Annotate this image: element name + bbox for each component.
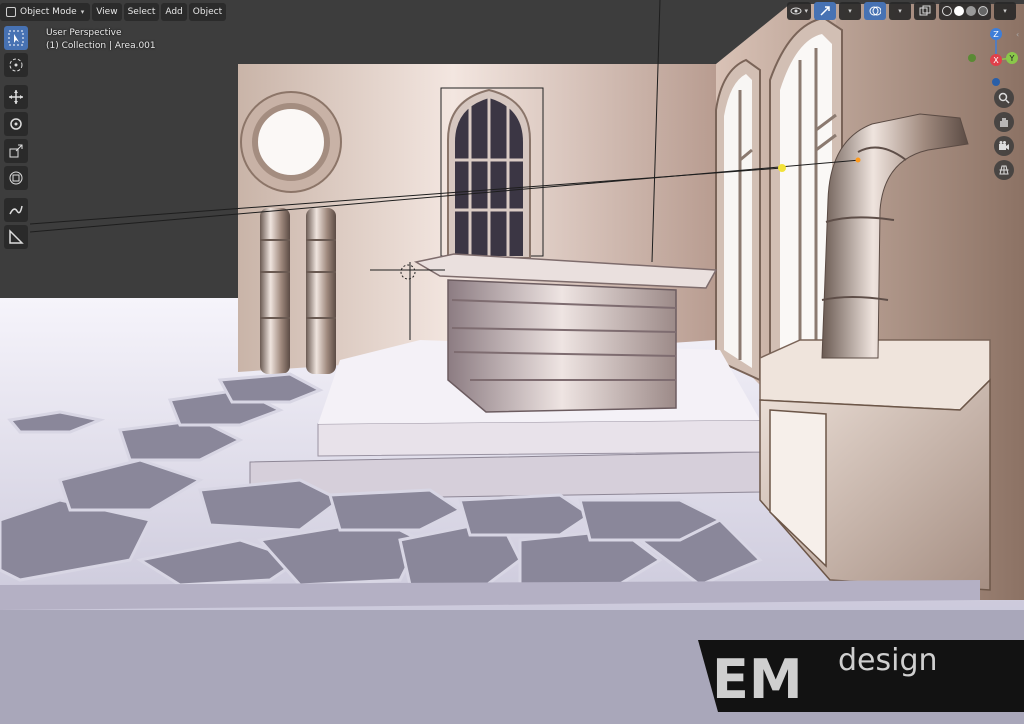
em-design-watermark: EM design — [698, 640, 1024, 712]
cursor-tool[interactable] — [4, 53, 28, 77]
measure-tool[interactable] — [4, 225, 28, 249]
visibility-dropdown[interactable]: ▾ — [787, 2, 811, 20]
sidebar-toggle-icon[interactable]: ‹ — [1016, 30, 1024, 46]
gizmo-dropdown[interactable]: ▾ — [839, 2, 861, 20]
chevron-down-icon: ▾ — [1003, 7, 1007, 15]
watermark-word: design — [838, 643, 938, 678]
chevron-down-icon: ▾ — [804, 7, 808, 15]
viewport-right-header: ▾ ▾ ▾ ▾ — [787, 2, 1016, 20]
y-axis-label: Y — [1009, 54, 1015, 63]
zoom-icon — [998, 92, 1010, 104]
x-axis-label: X — [993, 56, 999, 65]
grid-icon — [999, 165, 1009, 175]
viewport-info: User Perspective (1) Collection | Area.0… — [46, 27, 156, 53]
camera-view-button[interactable] — [994, 136, 1014, 156]
rendered-shading-icon[interactable] — [978, 6, 988, 16]
solid-shading-icon[interactable] — [954, 6, 964, 16]
navigation-controls — [994, 88, 1016, 184]
menu-select[interactable]: Select — [123, 3, 160, 21]
annotate-tool[interactable] — [4, 198, 28, 222]
hand-icon — [1000, 118, 1008, 127]
visibility-icon — [790, 7, 802, 15]
overlays-toggle[interactable] — [864, 2, 886, 20]
mode-dropdown[interactable]: Object Mode ▾ — [0, 3, 91, 21]
3d-viewport[interactable]: Object Mode ▾ View Select Add Object ▾ ▾… — [0, 0, 1024, 724]
move-tool[interactable] — [4, 85, 28, 109]
chevron-down-icon: ▾ — [80, 8, 85, 16]
chevron-down-icon: ▾ — [898, 7, 902, 15]
wireframe-shading-icon[interactable] — [942, 6, 952, 16]
watermark-letters: EM — [712, 648, 803, 711]
camera-icon — [999, 141, 1009, 150]
gizmo-toggle[interactable] — [814, 2, 836, 20]
shading-dropdown[interactable]: ▾ — [994, 2, 1016, 20]
tool-shelf — [4, 26, 30, 252]
menu-add[interactable]: Add — [161, 3, 187, 21]
rotate-tool[interactable] — [4, 112, 28, 136]
overlays-dropdown[interactable]: ▾ — [889, 2, 911, 20]
transform-icon — [9, 171, 23, 185]
navigation-gizmo[interactable]: Z Y X — [968, 26, 1018, 92]
menu-object[interactable]: Object — [188, 3, 227, 21]
zoom-button[interactable] — [994, 88, 1014, 108]
select-box-icon — [8, 30, 24, 46]
transform-tool[interactable] — [4, 166, 28, 190]
scale-icon — [9, 144, 23, 158]
collection-label: (1) Collection | Area.001 — [46, 41, 156, 51]
rotate-icon — [10, 118, 22, 130]
projection-toggle-button[interactable] — [994, 160, 1014, 180]
pan-button[interactable] — [994, 112, 1014, 132]
xray-toggle[interactable] — [914, 2, 936, 20]
shading-modes[interactable] — [939, 2, 991, 20]
scene-render — [0, 0, 1024, 724]
material-shading-icon[interactable] — [966, 6, 976, 16]
neg-y-axis-handle[interactable] — [968, 54, 976, 62]
measure-icon — [9, 229, 24, 244]
gizmo-icon — [820, 6, 830, 16]
object-mode-icon — [6, 7, 16, 17]
mode-label: Object Mode — [20, 7, 77, 17]
scale-tool[interactable] — [4, 139, 28, 163]
xray-icon — [919, 5, 931, 16]
z-axis-label: Z — [993, 30, 999, 39]
overlays-icon — [869, 6, 881, 16]
select-box-tool[interactable] — [4, 26, 28, 50]
neg-z-axis-handle[interactable] — [992, 78, 1000, 86]
menu-view[interactable]: View — [92, 3, 122, 21]
perspective-label: User Perspective — [46, 28, 122, 38]
annotate-icon — [9, 205, 23, 215]
cursor-icon — [9, 58, 23, 72]
move-icon — [9, 90, 23, 104]
chevron-down-icon: ▾ — [848, 7, 852, 15]
